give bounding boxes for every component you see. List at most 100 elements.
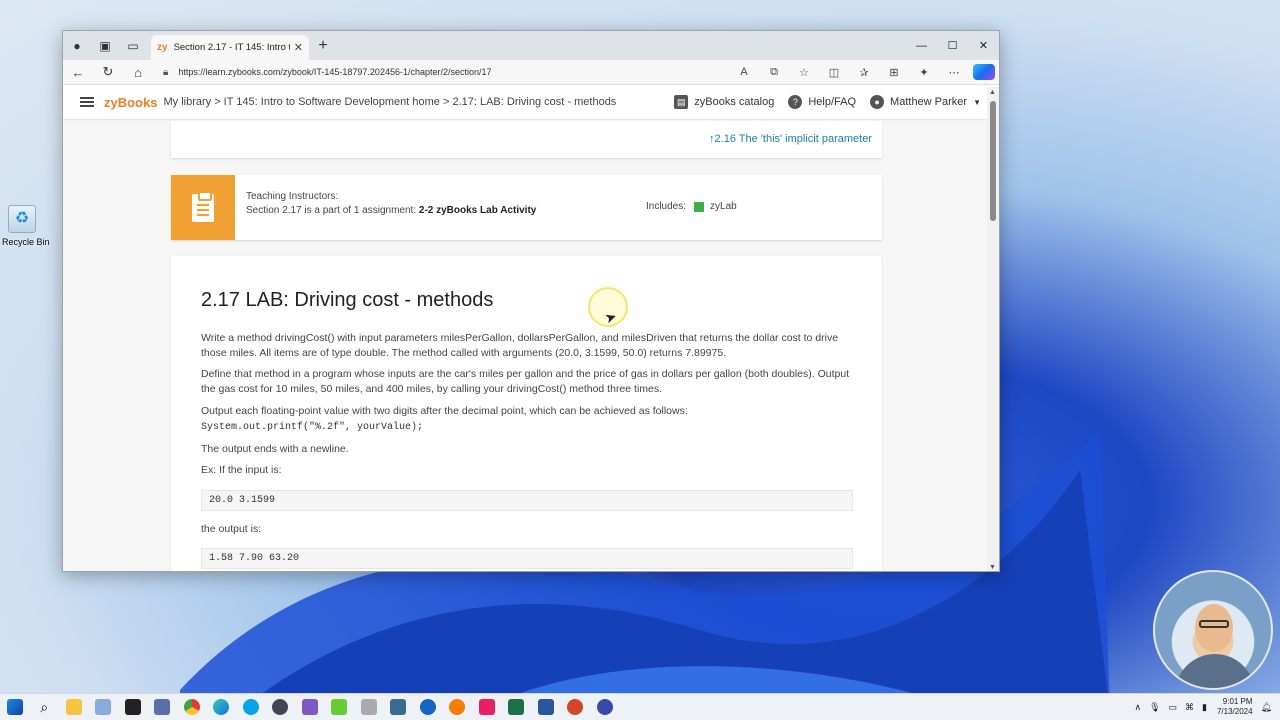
input-example-box: 20.0 3.1599: [201, 490, 853, 511]
help-label: Help/FAQ: [808, 96, 857, 108]
edge-icon[interactable]: [207, 694, 237, 720]
menu-icon[interactable]: [80, 95, 94, 109]
battery-icon[interactable]: ▮: [1202, 702, 1207, 713]
refresh-icon[interactable]: ↻: [93, 64, 123, 80]
app-icon[interactable]: [384, 694, 414, 720]
user-avatar-icon: ●: [870, 95, 885, 109]
help-link[interactable]: ? Help/FAQ: [788, 95, 856, 109]
app-icon[interactable]: [266, 694, 296, 720]
lock-icon[interactable]: 🔒︎: [163, 67, 168, 78]
start-icon[interactable]: [0, 694, 30, 720]
extensions-icon[interactable]: ✦: [909, 66, 939, 79]
clock-date: 7/13/2024: [1216, 707, 1253, 716]
recycle-bin-desktop-icon[interactable]: ♻ Recycle Bin: [2, 205, 50, 247]
minimize-icon[interactable]: —: [906, 31, 937, 60]
powerpoint-icon[interactable]: [561, 694, 591, 720]
split-screen-icon[interactable]: ◫: [819, 66, 849, 79]
word-icon[interactable]: [531, 694, 561, 720]
favorite-star-icon[interactable]: ☆: [789, 66, 819, 79]
zybooks-logo[interactable]: zyBooks: [104, 95, 157, 110]
copilot-icon[interactable]: [973, 64, 995, 80]
paragraph-4: The output ends with a newline.: [201, 443, 349, 455]
browser-window: ● ▣ ▭ zy Section 2.17 - IT 145: Intro to…: [62, 30, 1000, 572]
paragraph-2: Define that method in a program whose in…: [201, 368, 850, 395]
new-tab-button[interactable]: +: [309, 37, 337, 55]
vertical-tabs-icon[interactable]: ▭: [119, 31, 147, 60]
paragraph-6: the output is:: [201, 523, 262, 535]
zybooks-header: zyBooks My library > IT 145: Intro to So…: [63, 85, 999, 120]
chevron-down-icon: ▼: [973, 97, 981, 107]
collections-icon[interactable]: ⊞: [879, 66, 909, 79]
scroll-thumb[interactable]: [990, 101, 996, 221]
previous-section-label: 2.16 The 'this' implicit parameter: [714, 133, 872, 145]
clock-time: 9:01 PM: [1222, 697, 1253, 706]
app-available-icon[interactable]: ⧉: [759, 66, 789, 79]
page-title: 2.17 LAB: Driving cost - methods: [201, 289, 494, 311]
chevron-up-icon[interactable]: ∧: [1134, 702, 1141, 713]
app-icon[interactable]: [148, 694, 178, 720]
recycle-bin-label: Recycle Bin: [2, 237, 50, 247]
url-field[interactable]: 🔒︎ https://learn.zybooks.com/zybook/IT-1…: [157, 63, 713, 82]
file-explorer-icon[interactable]: [59, 694, 89, 720]
breadcrumb[interactable]: My library > IT 145: Intro to Software D…: [163, 96, 616, 108]
search-icon[interactable]: ⌕: [30, 694, 60, 720]
lab-card: 2.17 LAB: Driving cost - methods Write a…: [171, 256, 882, 571]
maximize-icon[interactable]: ☐: [937, 31, 968, 60]
previous-section-link[interactable]: ↑2.16 The 'this' implicit parameter: [709, 133, 872, 145]
tab-title: Section 2.17 - IT 145: Intro to Sof: [173, 42, 290, 53]
zybooks-favicon: zy: [157, 42, 168, 53]
paragraph-5: Ex: If the input is:: [201, 464, 282, 476]
tab-bar: ● ▣ ▭ zy Section 2.17 - IT 145: Intro to…: [63, 31, 999, 60]
app-icon[interactable]: [325, 694, 355, 720]
back-icon[interactable]: ←: [63, 65, 93, 80]
snipping-tool-icon[interactable]: [472, 694, 502, 720]
visual-studio-icon[interactable]: [295, 694, 325, 720]
close-tab-icon[interactable]: ✕: [294, 41, 303, 54]
previous-section-card: ↑2.16 The 'this' implicit parameter: [171, 121, 882, 158]
scroll-down-icon[interactable]: ▼: [989, 564, 996, 571]
page-scrollbar[interactable]: ▲ ▼: [987, 87, 999, 571]
assignment-heading: Teaching Instructors:: [246, 191, 339, 202]
url-text: https://learn.zybooks.com/zybook/IT-145-…: [178, 67, 492, 77]
address-bar-row: ← ↻ ⌂ 🔒︎ https://learn.zybooks.com/zyboo…: [63, 60, 999, 85]
book-icon: ▤: [674, 95, 689, 109]
skype-icon[interactable]: [236, 694, 266, 720]
close-window-icon[interactable]: ✕: [968, 31, 999, 60]
assignment-name[interactable]: 2-2 zyBooks Lab Activity: [419, 205, 536, 216]
recycle-icon: ♻: [8, 205, 36, 233]
notification-bell-icon[interactable]: 🔔︎: [1261, 702, 1272, 713]
database-icon[interactable]: [354, 694, 384, 720]
tab-active[interactable]: zy Section 2.17 - IT 145: Intro to Sof ✕: [151, 35, 309, 60]
zylab-square-icon: [694, 201, 705, 212]
main-content: ↑2.16 The 'this' implicit parameter Teac…: [63, 121, 989, 571]
chrome-icon[interactable]: [177, 694, 207, 720]
app-icon[interactable]: [89, 694, 119, 720]
includes-info: Includes: zyLab: [646, 201, 737, 212]
profile-icon[interactable]: ●: [63, 31, 91, 60]
network-icon[interactable]: ⌘: [1185, 702, 1194, 713]
user-menu[interactable]: ● Matthew Parker ▼: [870, 95, 981, 109]
display-icon[interactable]: ▭: [1169, 702, 1178, 713]
includes-item: zyLab: [710, 201, 737, 212]
catalog-label: zyBooks catalog: [694, 96, 775, 108]
read-aloud-icon[interactable]: A: [729, 66, 759, 78]
terminal-icon[interactable]: [118, 694, 148, 720]
home-icon[interactable]: ⌂: [123, 65, 153, 80]
favorites-icon[interactable]: ✰: [849, 66, 879, 79]
app-icon[interactable]: [590, 694, 620, 720]
user-name: Matthew Parker: [890, 96, 968, 108]
clock[interactable]: 9:01 PM 7/13/2024: [1217, 697, 1253, 717]
excel-icon[interactable]: [502, 694, 532, 720]
paragraph-3: Output each floating-point value with tw…: [201, 405, 688, 417]
scroll-up-icon[interactable]: ▲: [989, 89, 996, 96]
app-icon[interactable]: [443, 694, 473, 720]
clipboard-icon: [171, 175, 235, 240]
includes-label: Includes:: [646, 201, 687, 212]
assignment-text: Section 2.17 is a part of 1 assignment:: [246, 205, 419, 216]
workspaces-icon[interactable]: ▣: [91, 31, 119, 60]
assignment-card: Teaching Instructors: Section 2.17 is a …: [171, 175, 882, 240]
more-options-icon[interactable]: ⋯: [939, 66, 969, 79]
maps-icon[interactable]: [413, 694, 443, 720]
microphone-icon[interactable]: 🎙︎: [1149, 702, 1160, 713]
catalog-link[interactable]: ▤ zyBooks catalog: [674, 95, 774, 109]
